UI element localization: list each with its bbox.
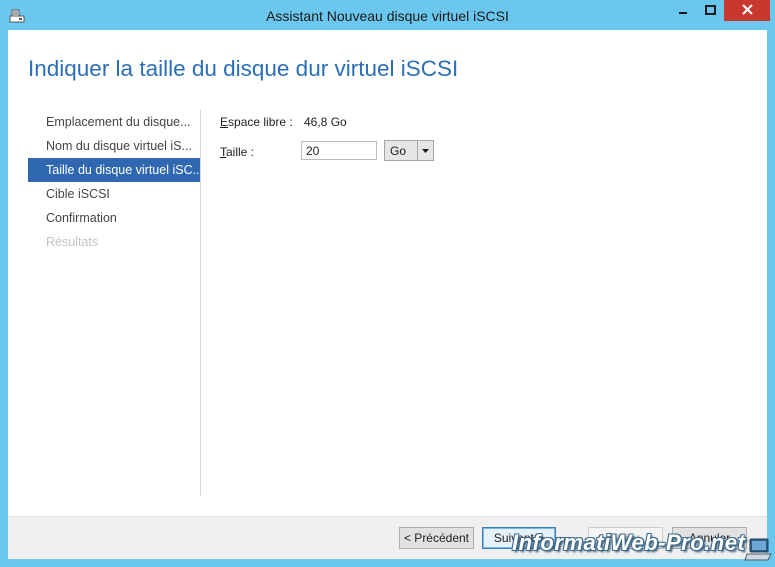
maximize-icon (705, 4, 716, 18)
window-title: Assistant Nouveau disque virtuel iSCSI (266, 8, 509, 24)
previous-button[interactable]: < Précédent (399, 527, 474, 549)
laptop-logo-icon (744, 536, 772, 564)
size-label-text: aille : (226, 145, 255, 159)
title-bar[interactable]: Assistant Nouveau disque virtuel iSCSI (0, 0, 775, 30)
minimize-button[interactable] (669, 0, 697, 21)
watermark: InformatiWeb-Pro.net (512, 530, 746, 555)
size-input[interactable] (301, 141, 377, 160)
free-space-value: 46,8 Go (304, 115, 347, 129)
nav-step-confirmation[interactable]: Confirmation (28, 206, 200, 230)
wizard-window: Assistant Nouveau disque virtuel iSCSI I… (0, 0, 775, 567)
page-title: Indiquer la taille du disque dur virtuel… (28, 56, 459, 81)
nav-step-name[interactable]: Nom du disque virtuel iS... (28, 134, 200, 158)
wizard-step-list: Emplacement du disque... Nom du disque v… (28, 110, 200, 254)
wizard-client-area: Indiquer la taille du disque dur virtuel… (8, 30, 767, 559)
dropdown-arrow-icon (417, 141, 433, 160)
close-icon (741, 3, 753, 18)
nav-step-location[interactable]: Emplacement du disque... (28, 110, 200, 134)
nav-divider (200, 110, 201, 496)
unit-selected-value: Go (390, 143, 407, 158)
nav-step-results: Résultats (46, 235, 99, 249)
free-space-label-text: space libre : (228, 115, 293, 129)
nav-step-size[interactable]: Taille du disque virtuel iSC... (28, 158, 200, 182)
size-label: Taille : (220, 145, 254, 159)
maximize-button[interactable] (697, 0, 724, 21)
minimize-icon (678, 4, 688, 18)
free-space-label: Espace libre : (220, 115, 293, 129)
free-space-label-accel: E (220, 115, 229, 129)
unit-dropdown[interactable]: Go (384, 140, 434, 161)
close-button[interactable] (724, 0, 770, 21)
nav-step-target[interactable]: Cible iSCSI (28, 182, 200, 206)
